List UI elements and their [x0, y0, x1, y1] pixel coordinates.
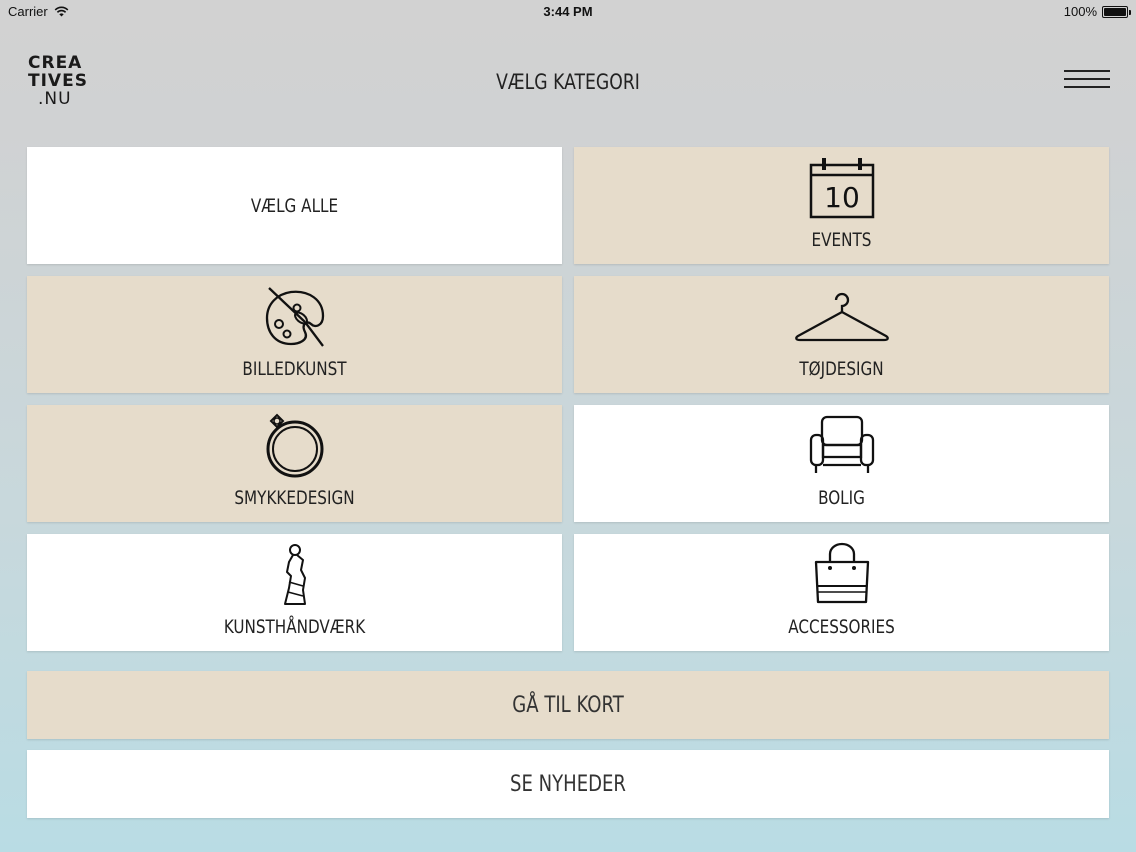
status-right: 100% [1063, 4, 1131, 19]
category-label: SMYKKEDESIGN [234, 487, 355, 509]
logo-line-1: CREA [28, 53, 83, 73]
category-label: BILLEDKUNST [242, 358, 347, 380]
handbag-icon [814, 542, 869, 604]
battery-icon [1102, 5, 1131, 18]
category-label: ACCESSORIES [788, 616, 895, 638]
category-tile-events[interactable]: 10 EVENTS [574, 147, 1109, 264]
statue-icon [283, 544, 306, 605]
page-title: VÆLG KATEGORI [496, 70, 640, 94]
go-to-map-button[interactable]: GÅ TIL KORT [27, 671, 1109, 739]
hanger-icon [794, 292, 889, 342]
palette-icon [265, 287, 324, 347]
category-label: BOLIG [818, 487, 865, 509]
calendar-day: 10 [824, 181, 860, 214]
see-news-button[interactable]: SE NYHEDER [27, 750, 1109, 818]
armchair-icon [809, 415, 874, 473]
go-to-map-label: GÅ TIL KORT [512, 693, 624, 718]
category-tile-smykkedesign[interactable]: SMYKKEDESIGN [27, 405, 562, 522]
category-tile-bolig[interactable]: BOLIG [574, 405, 1109, 522]
ring-icon [266, 413, 323, 478]
category-tile-select-all[interactable]: VÆLG ALLE [27, 147, 562, 264]
category-tile-tojdesign[interactable]: TØJDESIGN [574, 276, 1109, 393]
logo-line-3: .NU [38, 89, 72, 109]
status-bar: Carrier 3:44 PM 100% [0, 0, 1136, 24]
category-label: VÆLG ALLE [250, 195, 339, 217]
category-tile-kunsthandvaerk[interactable]: KUNSTHÅNDVÆRK [27, 534, 562, 651]
logo: CREA TIVES .NU [28, 54, 98, 108]
menu-line [1064, 86, 1110, 88]
category-label: EVENTS [811, 229, 872, 251]
status-time: 3:44 PM [543, 4, 593, 19]
category-tile-accessories[interactable]: ACCESSORIES [574, 534, 1109, 651]
battery-percent: 100% [1063, 4, 1097, 19]
calendar-icon: 10 [809, 158, 874, 219]
category-label: TØJDESIGN [799, 358, 884, 380]
menu-line [1064, 78, 1110, 80]
category-label: KUNSTHÅNDVÆRK [223, 616, 366, 638]
hamburger-menu-button[interactable] [1064, 70, 1110, 94]
menu-line [1064, 70, 1110, 72]
see-news-label: SE NYHEDER [510, 772, 626, 797]
category-tile-billedkunst[interactable]: BILLEDKUNST [27, 276, 562, 393]
logo-line-2: TIVES [28, 71, 88, 91]
